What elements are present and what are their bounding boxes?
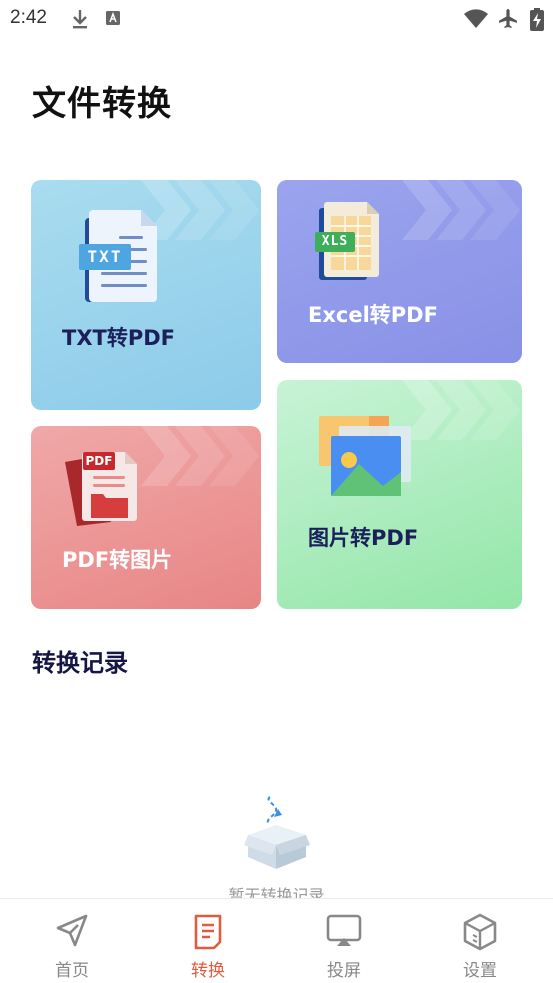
battery-charging-icon: [530, 8, 544, 31]
status-time: 2:42: [10, 7, 47, 28]
empty-state: 暂无转换记录: [0, 795, 553, 905]
download-icon: [73, 10, 87, 29]
txt-to-pdf-card[interactable]: TXT TXT转PDF: [31, 180, 261, 410]
status-bar: 2:42: [0, 0, 553, 38]
chevron-decoration: [402, 180, 520, 240]
nav-item-home[interactable]: 首页: [3, 899, 141, 983]
document-icon: [194, 914, 222, 950]
excel-to-pdf-card[interactable]: XLS Excel转PDF: [277, 180, 522, 363]
nav-item-settings[interactable]: 设置: [411, 899, 549, 983]
txt-to-pdf-label: TXT转PDF: [62, 326, 176, 350]
chevron-decoration: [141, 426, 259, 486]
nav-item-cast[interactable]: 投屏: [275, 899, 413, 983]
records-title: 转换记录: [32, 649, 128, 677]
image-to-pdf-label: 图片转PDF: [308, 526, 419, 550]
empty-box-icon: [244, 796, 310, 869]
cast-screen-icon: [326, 914, 362, 946]
nav-label-cast: 投屏: [327, 961, 361, 981]
cube-icon: [463, 913, 497, 951]
pdf-to-image-card[interactable]: PDF PDF转图片: [31, 426, 261, 609]
txt-badge: TXT: [87, 247, 123, 266]
pdf-badge: PDF: [85, 454, 113, 468]
bottom-nav: 首页 转换 投屏 设置: [0, 898, 553, 983]
airplane-icon: [499, 9, 517, 28]
image-to-pdf-card[interactable]: 图片转PDF: [277, 380, 522, 609]
page-title: 文件转换: [32, 84, 172, 124]
image-file-icon: [319, 416, 411, 496]
nav-label-convert: 转换: [191, 961, 225, 981]
excel-to-pdf-label: Excel转PDF: [308, 303, 438, 327]
font-a-icon: [106, 11, 120, 25]
nav-label-home: 首页: [55, 961, 89, 981]
pdf-to-image-label: PDF转图片: [62, 548, 173, 572]
wifi-icon: [464, 9, 488, 28]
nav-item-convert[interactable]: 转换: [139, 899, 277, 983]
send-icon: [56, 914, 88, 947]
xls-badge: XLS: [321, 234, 349, 249]
nav-label-settings: 设置: [463, 961, 497, 981]
